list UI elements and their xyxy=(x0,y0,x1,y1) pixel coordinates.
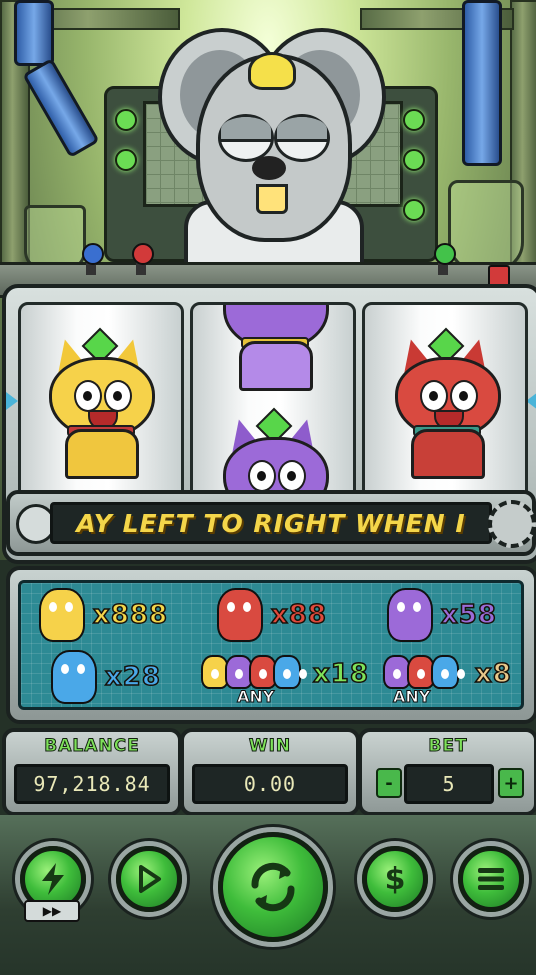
mouse-nose xyxy=(252,156,286,180)
bet-decrease-button[interactable]: - xyxy=(376,768,402,798)
autoplay-button[interactable] xyxy=(116,846,182,912)
paytable: x888 x88 x58 x28 ANY x18 ANY x8 xyxy=(6,566,536,724)
pay-row-yellow: x888 xyxy=(39,585,168,645)
lever-knob xyxy=(132,243,154,265)
purple-cat-symbol xyxy=(217,305,329,391)
lever-knob xyxy=(434,243,456,265)
blue-cat-icon xyxy=(51,650,97,704)
menu-icon xyxy=(478,868,504,890)
flask xyxy=(448,180,524,272)
pay-row-yellow-plus-any: ANY x18 xyxy=(201,647,369,707)
ticker-screen: AY LEFT TO RIGHT WHEN I xyxy=(50,502,492,544)
payline-arrow-left-icon xyxy=(6,392,18,410)
red-cat-symbol xyxy=(389,327,501,479)
yellow-cat-icon xyxy=(39,588,85,642)
indicator-light xyxy=(403,199,425,221)
dollar-icon: $ xyxy=(384,861,406,897)
bet-label: BET xyxy=(428,736,468,757)
poop-hat xyxy=(248,52,296,90)
robot-arm-right xyxy=(462,0,502,166)
yellow-cat-symbol xyxy=(43,327,155,479)
multiplier: x28 xyxy=(104,661,161,693)
win-label: WIN xyxy=(248,736,292,757)
win-value: 0.00 xyxy=(192,764,348,804)
balance-panel: BALANCE 97,218.84 xyxy=(2,728,182,816)
pay-row-blue: x28 xyxy=(51,647,161,707)
coin-value-button[interactable]: $ xyxy=(362,846,428,912)
multiplier: x58 xyxy=(440,599,497,631)
gear-icon xyxy=(488,500,536,548)
indicator-light xyxy=(403,149,425,171)
reel-2 xyxy=(190,302,356,508)
mouse-eye xyxy=(274,114,330,162)
pay-row-red: x88 xyxy=(217,585,327,645)
mouse-scientist xyxy=(196,52,352,242)
multiplier: x888 xyxy=(92,599,169,631)
mouse-eye xyxy=(218,114,274,162)
lightning-icon xyxy=(42,863,64,895)
multiplier: x8 xyxy=(474,658,512,690)
multiplier: x18 xyxy=(312,658,369,690)
message-ticker: AY LEFT TO RIGHT WHEN I xyxy=(6,490,536,556)
pay-row-purple: x58 xyxy=(387,585,497,645)
indicator-light xyxy=(403,109,425,131)
play-icon xyxy=(139,865,161,893)
multiplier: x88 xyxy=(270,599,327,631)
balance-label: BALANCE xyxy=(44,736,140,757)
win-panel: WIN 0.00 xyxy=(180,728,360,816)
mouse-teeth xyxy=(256,184,288,214)
indicator-light xyxy=(115,109,137,131)
robot-arm-left xyxy=(14,0,54,66)
cat-group xyxy=(201,655,301,689)
reel-3 xyxy=(362,302,528,508)
blue-cat-icon xyxy=(431,655,459,689)
balance-value: 97,218.84 xyxy=(14,764,170,804)
bet-increase-button[interactable]: + xyxy=(498,768,524,798)
cat-group xyxy=(383,655,459,689)
any-label: ANY xyxy=(236,687,275,707)
menu-button[interactable] xyxy=(458,846,524,912)
spin-arrows-icon xyxy=(251,862,295,912)
spin-button[interactable] xyxy=(218,832,328,942)
bet-panel: BET - 5 + xyxy=(358,728,536,816)
bet-value: 5 xyxy=(404,764,494,804)
indicator-light xyxy=(115,149,137,171)
turbo-toggle-icon[interactable]: ▶▶ xyxy=(24,900,80,922)
lever-knob xyxy=(82,243,104,265)
slot-game: AY LEFT TO RIGHT WHEN I x888 x88 x58 x28 xyxy=(0,0,536,975)
blue-cat-icon xyxy=(273,655,301,689)
pay-row-any: ANY x8 xyxy=(379,647,519,707)
any-label: ANY xyxy=(392,687,431,707)
paytable-grid: x888 x88 x58 x28 ANY x18 ANY x8 xyxy=(18,580,524,710)
reel-1 xyxy=(18,302,184,508)
red-cat-icon xyxy=(217,588,263,642)
ticker-text: AY LEFT TO RIGHT WHEN I xyxy=(76,508,466,538)
purple-cat-icon xyxy=(387,588,433,642)
robot-arm-left xyxy=(22,57,100,159)
